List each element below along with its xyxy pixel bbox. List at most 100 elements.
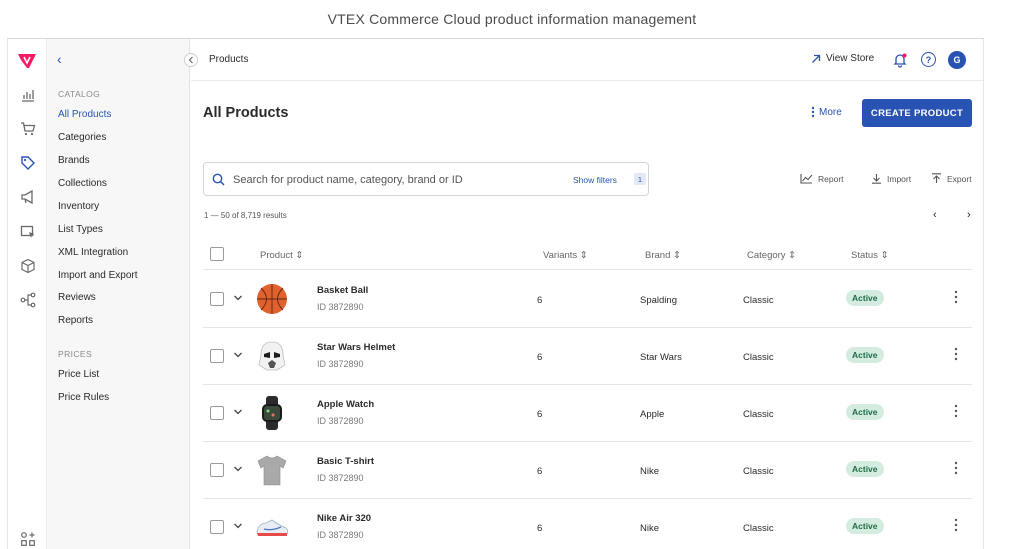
product-id: ID 3872890 [317, 302, 364, 312]
sidebar-item-categories[interactable]: Categories [58, 132, 106, 143]
column-header-variants[interactable]: Variants ⇕ [543, 250, 588, 261]
search-field[interactable]: Search for product name, category, brand… [203, 162, 649, 196]
row-checkbox[interactable] [210, 349, 224, 363]
column-header-brand[interactable]: Brand ⇕ [645, 250, 681, 261]
row-actions-icon[interactable] [953, 347, 959, 361]
bell-icon[interactable] [892, 52, 908, 68]
product-name[interactable]: Nike Air 320 [317, 513, 371, 524]
sidebar-back-button[interactable]: ‹ [57, 51, 62, 67]
sidebar-item-brands[interactable]: Brands [58, 155, 90, 166]
product-name[interactable]: Apple Watch [317, 399, 374, 410]
variants-cell: 6 [537, 295, 543, 306]
table-row[interactable]: Basic T-shirt ID 3872890 6 Nike Classic … [203, 442, 972, 499]
select-all-checkbox[interactable] [210, 247, 224, 261]
row-checkbox[interactable] [210, 406, 224, 420]
row-actions-icon[interactable] [953, 290, 959, 304]
variants-cell: 6 [537, 523, 543, 534]
sidebar-item-list-types[interactable]: List Types [58, 224, 103, 235]
chevron-down-icon[interactable] [233, 292, 243, 304]
cursor-icon[interactable] [20, 224, 36, 240]
cart-icon[interactable] [20, 121, 36, 137]
box-icon[interactable] [20, 258, 36, 274]
tag-icon[interactable] [20, 155, 36, 171]
help-icon[interactable]: ? [921, 52, 936, 67]
hierarchy-icon[interactable] [20, 292, 36, 308]
chart-icon[interactable] [20, 87, 36, 103]
show-filters-button[interactable]: Show filters [573, 175, 617, 185]
table-row[interactable]: Basket Ball ID 3872890 6 Spalding Classi… [203, 271, 972, 328]
chevron-down-icon[interactable] [233, 349, 243, 361]
chevron-down-icon[interactable] [233, 463, 243, 475]
export-button[interactable]: Export [931, 173, 972, 184]
variants-cell: 6 [537, 409, 543, 420]
sidebar-item-reports[interactable]: Reports [58, 315, 93, 326]
row-checkbox[interactable] [210, 463, 224, 477]
kebab-icon [811, 106, 815, 118]
product-id: ID 3872890 [317, 473, 364, 483]
trend-chart-icon [800, 174, 813, 184]
table-header: Product ⇕ Variants ⇕ Brand ⇕ Category ⇕ … [203, 241, 972, 270]
column-header-category[interactable]: Category ⇕ [747, 250, 796, 261]
category-cell: Classic [743, 523, 774, 534]
sidebar-item-reviews[interactable]: Reviews [58, 292, 96, 303]
product-thumbnail [262, 396, 282, 430]
top-bar: Products View Store ? G [191, 39, 983, 81]
vtex-logo[interactable] [17, 53, 37, 69]
chevron-down-icon[interactable] [233, 406, 243, 418]
variants-cell: 6 [537, 466, 543, 477]
create-product-button[interactable]: CREATE PRODUCT [862, 99, 972, 127]
import-label: Import [887, 173, 912, 184]
category-cell: Classic [743, 466, 774, 477]
search-placeholder: Search for product name, category, brand… [233, 174, 463, 186]
row-actions-icon[interactable] [953, 461, 959, 475]
status-badge: Active [846, 347, 884, 363]
megaphone-icon[interactable] [20, 189, 36, 205]
upload-icon [932, 173, 941, 183]
product-id: ID 3872890 [317, 359, 364, 369]
search-icon [212, 173, 225, 186]
row-checkbox[interactable] [210, 292, 224, 306]
main-content: Products View Store ? G All Products Mor… [191, 39, 983, 549]
table-row[interactable]: Apple Watch ID 3872890 6 Apple Classic A… [203, 385, 972, 442]
sidebar-item-price-rules[interactable]: Price Rules [58, 392, 109, 403]
row-checkbox[interactable] [210, 520, 224, 534]
product-thumbnail [257, 455, 287, 486]
breadcrumb[interactable]: Products [209, 54, 248, 65]
brand-cell: Nike [640, 523, 660, 534]
image-caption: VTEX Commerce Cloud product information … [327, 11, 697, 27]
previous-page-button[interactable]: ‹ [933, 209, 937, 221]
avatar[interactable]: G [948, 51, 966, 69]
sidebar-heading-catalog: CATALOG [58, 89, 101, 99]
more-button[interactable]: More [811, 106, 842, 118]
sidebar-item-inventory[interactable]: Inventory [58, 201, 99, 212]
icon-rail [8, 39, 47, 549]
row-actions-icon[interactable] [953, 518, 959, 532]
table-row[interactable]: Star Wars Helmet ID 3872890 6 Star Wars … [203, 328, 972, 385]
product-name[interactable]: Star Wars Helmet [317, 342, 395, 353]
sidebar-item-import-export[interactable]: Import and Export [58, 270, 137, 281]
arrow-up-right-icon [812, 54, 821, 63]
sidebar-item-all-products[interactable]: All Products [58, 109, 111, 120]
category-cell: Classic [743, 295, 774, 306]
import-button[interactable]: Import [871, 173, 911, 184]
view-store-label: View Store [826, 53, 875, 64]
status-badge: Active [846, 404, 884, 420]
brand-cell: Star Wars [640, 352, 682, 363]
apps-icon[interactable] [20, 531, 36, 547]
view-store-link[interactable]: View Store [811, 53, 874, 64]
sidebar-item-collections[interactable]: Collections [58, 178, 107, 189]
next-page-button[interactable]: › [967, 209, 971, 221]
product-name[interactable]: Basket Ball [317, 285, 368, 296]
column-header-status[interactable]: Status ⇕ [851, 250, 889, 261]
column-header-product[interactable]: Product ⇕ [260, 250, 303, 261]
sidebar-item-price-list[interactable]: Price List [58, 369, 99, 380]
filter-count-badge: 1 [634, 173, 646, 185]
product-name[interactable]: Basic T-shirt [317, 456, 374, 467]
sidebar-item-xml-integration[interactable]: XML Integration [58, 247, 128, 258]
chevron-down-icon[interactable] [233, 520, 243, 532]
row-actions-icon[interactable] [953, 404, 959, 418]
report-button[interactable]: Report [800, 173, 844, 184]
results-count: 1 — 50 of 8,719 results [204, 211, 287, 220]
status-badge: Active [846, 461, 884, 477]
table-row[interactable]: Nike Air 320 ID 3872890 6 Nike Classic A… [203, 499, 972, 549]
